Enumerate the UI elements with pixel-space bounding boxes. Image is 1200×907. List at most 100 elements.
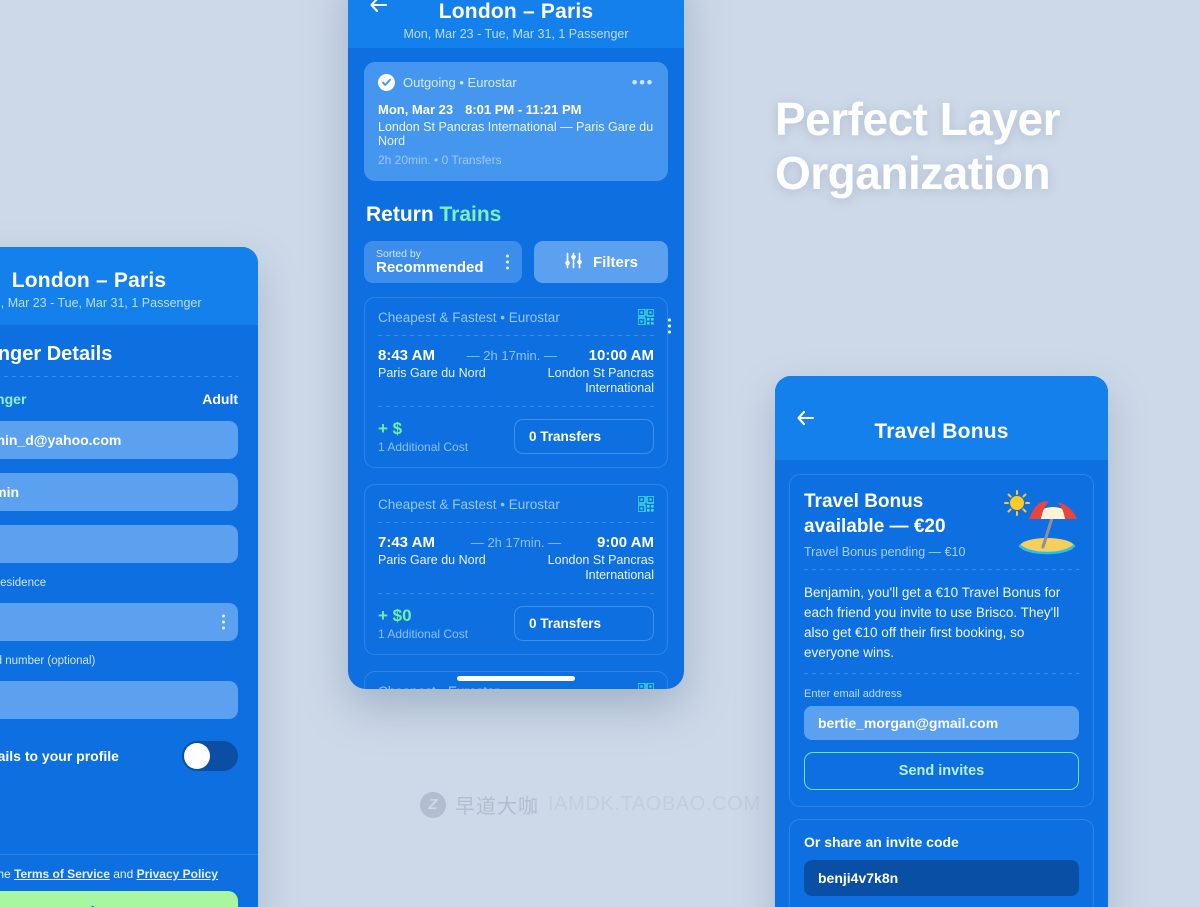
divider [804, 673, 1079, 674]
first-name-value: Benjamin [0, 484, 20, 500]
arrive-station: London St Pancras International [547, 366, 654, 395]
return-trains-title-text: Return [366, 203, 440, 226]
terms-mid: and [109, 867, 137, 881]
price: + $0 [378, 606, 412, 625]
outgoing-card[interactable]: Outgoing • Eurostar ••• Mon, Mar 23 8:01… [364, 62, 668, 181]
invite-code-title: Or share an invite code [804, 834, 959, 850]
watermark-brand: 早道大咖 [455, 796, 539, 818]
passenger-row-label: 1. Passenger [0, 391, 27, 407]
continue-button[interactable]: Continue [0, 891, 238, 907]
outgoing-label: Outgoing • Eurostar [403, 75, 517, 90]
sort-by-value: Recommended [376, 259, 484, 276]
qr-code-icon[interactable] [638, 683, 654, 689]
arrive-time: 10:00 AM [588, 347, 654, 364]
divider [378, 522, 654, 523]
train-card-footer: + $0 1 Additional Cost 0 Transfers [378, 318, 671, 641]
save-profile-label: Save details to your profile [0, 748, 119, 764]
terms-of-service-link[interactable]: Terms of Service [14, 867, 110, 881]
price-block: + $ 1 Additional Cost [378, 419, 468, 454]
arrive-station: London St Pancras International [547, 553, 654, 582]
train-card[interactable]: Cheapest & Fastest • Eurostar [364, 297, 671, 468]
price-note: 1 Additional Cost [378, 627, 469, 641]
more-vertical-icon[interactable] [668, 318, 671, 333]
outgoing-section: Outgoing • Eurostar ••• Mon, Mar 23 8:01… [348, 48, 684, 197]
travel-bonus-top: Travel Bonus available — €20 Travel Bonu… [804, 489, 1079, 559]
depart-time: 7:43 AM [378, 534, 435, 551]
left-header: London – Paris Mon, Mar 23 - Tue, Mar 31… [0, 247, 258, 325]
back-arrow-icon[interactable] [368, 0, 390, 16]
middle-header-subtitle: Mon, Mar 23 - Tue, Mar 31, 1 Passenger [403, 27, 629, 41]
more-horizontal-icon[interactable]: ••• [632, 74, 654, 91]
left-header-subtitle: Mon, Mar 23 - Tue, Mar 31, 1 Passenger [0, 296, 202, 310]
loyalty-field[interactable] [0, 681, 238, 719]
filters-button[interactable]: Filters [534, 241, 668, 283]
toggle-knob [184, 743, 210, 769]
travel-bonus-card: Travel Bonus available — €20 Travel Bonu… [789, 474, 1094, 807]
filters-label: Filters [592, 253, 638, 271]
invite-code-value: benji4v7k8n [818, 870, 899, 886]
first-name-field[interactable]: Benjamin [0, 473, 238, 511]
train-card-tag: Cheapest & Fastest • Eurostar [378, 496, 560, 512]
send-invites-button[interactable]: Send invites [804, 752, 1079, 790]
qr-code-icon[interactable] [638, 309, 654, 325]
residence-select[interactable] [0, 603, 238, 641]
middle-header-title: London – Paris [438, 0, 594, 23]
check-circle-icon [378, 74, 395, 91]
qr-code-icon[interactable] [638, 496, 654, 512]
last-name-field[interactable] [0, 525, 238, 563]
train-card-footer: + $ 1 Additional Cost 0 Transfers [378, 318, 671, 454]
train-stations: Paris Gare du Nord London St Pancras Int… [378, 366, 654, 396]
watermark-logo-icon: Z [420, 791, 446, 818]
price-note: 1 Additional Cost [378, 440, 469, 454]
train-times: 8:43 AM — 2h 17min. — 10:00 AM [378, 347, 654, 364]
divider [378, 593, 654, 594]
outgoing-card-header: Outgoing • Eurostar ••• [378, 74, 654, 91]
train-stations: Paris Gare du Nord London St Pancras Int… [378, 553, 654, 583]
watermark: Z 早道大咖 IAMDK.TAOBAO.COM [420, 790, 761, 819]
outgoing-date: Mon, Mar 23 [378, 102, 454, 117]
beach-umbrella-icon [995, 489, 1079, 555]
middle-header: London – Paris Mon, Mar 23 - Tue, Mar 31… [348, 0, 684, 48]
residence-label: Country of residence [0, 577, 47, 589]
divider [378, 406, 654, 407]
travel-bonus-screen: Travel Bonus Travel Bonus available — €2… [775, 376, 1108, 907]
outgoing-route: London St Pancras International — Paris … [378, 120, 654, 148]
email-field[interactable]: benjamin_d@yahoo.com [0, 421, 238, 459]
travel-bonus-paragraph: Benjamin, you'll get a €10 Travel Bonus … [804, 585, 1061, 660]
terms-text: I agree to the Terms of Service and Priv… [0, 867, 238, 881]
travel-bonus-heading-line-1: Travel Bonus [804, 491, 924, 512]
passenger-row: 1. Passenger Adult [0, 391, 238, 407]
sort-by-control[interactable]: Sorted by Recommended [364, 241, 522, 283]
travel-bonus-pending: Travel Bonus pending — €10 [804, 545, 966, 559]
terms-prefix: I agree to the [0, 867, 11, 881]
save-profile-toggle[interactable] [182, 741, 238, 771]
back-arrow-icon[interactable] [795, 407, 817, 429]
transfers-button[interactable]: 0 Transfers [514, 318, 671, 641]
travel-bonus-body: Travel Bonus available — €20 Travel Bonu… [775, 460, 1108, 907]
duration: — 2h 17min. — [466, 348, 557, 363]
screenshot-canvas: Perfect Layer Organization Z 早道大咖 IAMDK.… [0, 0, 1200, 907]
train-card[interactable]: Cheapest & Fastest • Eurostar [364, 318, 671, 655]
watermark-url: IAMDK.TAOBAO.COM [548, 793, 761, 815]
train-card-tag: Cheapest • Eurostar [378, 684, 638, 690]
divider [378, 335, 654, 336]
invite-email-value: bertie_morgan@gmail.com [818, 715, 999, 731]
more-vertical-icon[interactable] [506, 254, 509, 270]
headline-line-1: Perfect Layer [775, 93, 1061, 145]
save-profile-row: Save details to your profile [0, 741, 238, 771]
train-card-header: Cheapest & Fastest • Eurostar [378, 496, 654, 512]
outgoing-times: 8:01 PM - 11:21 PM [465, 102, 582, 117]
more-vertical-icon[interactable] [222, 614, 225, 630]
divider [0, 376, 238, 377]
invite-code-field[interactable]: benji4v7k8n [804, 860, 1079, 896]
transfers-label: 0 Transfers [529, 616, 602, 631]
depart-time: 8:43 AM [378, 347, 435, 364]
list-controls: Sorted by Recommended Filters [348, 227, 684, 283]
duration: — 2h 17min. — [470, 535, 562, 550]
left-header-title: London – Paris [11, 269, 167, 292]
passenger-details-title: Passenger Details [0, 343, 113, 365]
transfers-button[interactable]: 0 Transfers [514, 318, 671, 454]
privacy-policy-link[interactable]: Privacy Policy [137, 867, 218, 881]
invite-email-input[interactable]: bertie_morgan@gmail.com [804, 706, 1079, 740]
page-title: Perfect Layer Organization [775, 92, 1175, 200]
